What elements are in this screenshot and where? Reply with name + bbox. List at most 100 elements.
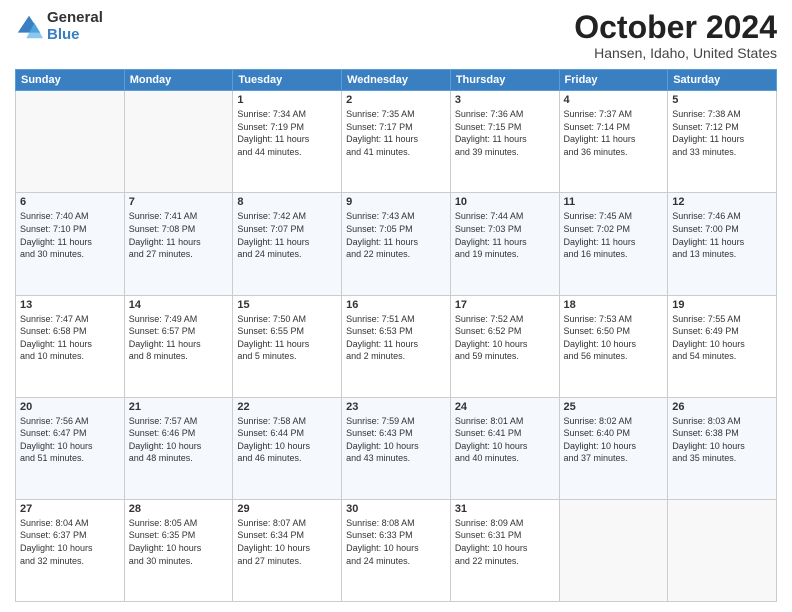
logo: General Blue [15, 10, 103, 43]
logo-icon [15, 13, 43, 41]
table-row [559, 499, 668, 601]
day-number: 15 [237, 299, 337, 311]
table-row: 18 Sunrise: 7:53 AM Sunset: 6:50 PM Dayli… [559, 295, 668, 397]
day-number: 28 [129, 503, 229, 515]
table-row: 11Sunrise: 7:45 AM Sunset: 7:02 PM Dayli… [559, 193, 668, 295]
logo-text: General Blue [47, 10, 103, 43]
day-info: Sunrise: 7:49 AM Sunset: 6:57 PM Dayligh… [129, 313, 229, 363]
day-number: 10 [455, 196, 555, 208]
day-number: 7 [129, 196, 229, 208]
title-location: Hansen, Idaho, United States [574, 45, 777, 61]
day-number: 9 [346, 196, 446, 208]
day-info: Sunrise: 7:38 AM Sunset: 7:12 PM Dayligh… [672, 108, 772, 158]
logo-general-label: General [47, 10, 103, 27]
table-row: 27Sunrise: 8:04 AM Sunset: 6:37 PM Dayli… [16, 499, 125, 601]
calendar-week-row: 6Sunrise: 7:40 AM Sunset: 7:10 PM Daylig… [16, 193, 777, 295]
col-monday: Monday [124, 70, 233, 91]
calendar-week-row: 20 Sunrise: 7:56 AM Sunset: 6:47 PM Dayli… [16, 397, 777, 499]
table-row: 25Sunrise: 8:02 AM Sunset: 6:40 PM Dayli… [559, 397, 668, 499]
logo-blue-label: Blue [47, 27, 103, 44]
day-info: Sunrise: 7:56 AM Sunset: 6:47 PM Dayligh… [20, 415, 120, 465]
col-wednesday: Wednesday [342, 70, 451, 91]
day-info: Sunrise: 7:34 AM Sunset: 7:19 PM Dayligh… [237, 108, 337, 158]
day-info: Sunrise: 7:41 AM Sunset: 7:08 PM Dayligh… [129, 210, 229, 260]
title-block: October 2024 Hansen, Idaho, United State… [574, 10, 777, 61]
table-row: 4Sunrise: 7:37 AM Sunset: 7:14 PM Daylig… [559, 91, 668, 193]
table-row: 28 Sunrise: 8:05 AM Sunset: 6:35 PM Dayli… [124, 499, 233, 601]
table-row: 5 Sunrise: 7:38 AM Sunset: 7:12 PM Daylig… [668, 91, 777, 193]
calendar-week-row: 13Sunrise: 7:47 AM Sunset: 6:58 PM Dayli… [16, 295, 777, 397]
day-number: 2 [346, 94, 446, 106]
day-info: Sunrise: 7:50 AM Sunset: 6:55 PM Dayligh… [237, 313, 337, 363]
day-number: 6 [20, 196, 120, 208]
table-row: 24 Sunrise: 8:01 AM Sunset: 6:41 PM Dayli… [450, 397, 559, 499]
day-info: Sunrise: 7:59 AM Sunset: 6:43 PM Dayligh… [346, 415, 446, 465]
table-row [16, 91, 125, 193]
day-info: Sunrise: 7:46 AM Sunset: 7:00 PM Dayligh… [672, 210, 772, 260]
table-row: 10Sunrise: 7:44 AM Sunset: 7:03 PM Dayli… [450, 193, 559, 295]
calendar-week-row: 1 Sunrise: 7:34 AM Sunset: 7:19 PM Daylig… [16, 91, 777, 193]
table-row [668, 499, 777, 601]
day-info: Sunrise: 7:51 AM Sunset: 6:53 PM Dayligh… [346, 313, 446, 363]
table-row: 1 Sunrise: 7:34 AM Sunset: 7:19 PM Daylig… [233, 91, 342, 193]
table-row: 8 Sunrise: 7:42 AM Sunset: 7:07 PM Daylig… [233, 193, 342, 295]
day-number: 24 [455, 401, 555, 413]
page: General Blue October 2024 Hansen, Idaho,… [0, 0, 792, 612]
table-row: 31Sunrise: 8:09 AM Sunset: 6:31 PM Dayli… [450, 499, 559, 601]
day-number: 8 [237, 196, 337, 208]
day-number: 3 [455, 94, 555, 106]
table-row: 16Sunrise: 7:51 AM Sunset: 6:53 PM Dayli… [342, 295, 451, 397]
header: General Blue October 2024 Hansen, Idaho,… [15, 10, 777, 61]
title-month: October 2024 [574, 10, 777, 45]
day-number: 29 [237, 503, 337, 515]
table-row: 2 Sunrise: 7:35 AM Sunset: 7:17 PM Daylig… [342, 91, 451, 193]
day-info: Sunrise: 7:45 AM Sunset: 7:02 PM Dayligh… [564, 210, 664, 260]
day-number: 27 [20, 503, 120, 515]
col-tuesday: Tuesday [233, 70, 342, 91]
table-row: 19Sunrise: 7:55 AM Sunset: 6:49 PM Dayli… [668, 295, 777, 397]
day-number: 1 [237, 94, 337, 106]
day-info: Sunrise: 7:53 AM Sunset: 6:50 PM Dayligh… [564, 313, 664, 363]
col-thursday: Thursday [450, 70, 559, 91]
day-info: Sunrise: 8:01 AM Sunset: 6:41 PM Dayligh… [455, 415, 555, 465]
day-number: 19 [672, 299, 772, 311]
day-number: 13 [20, 299, 120, 311]
day-number: 22 [237, 401, 337, 413]
col-saturday: Saturday [668, 70, 777, 91]
day-number: 30 [346, 503, 446, 515]
table-row: 13Sunrise: 7:47 AM Sunset: 6:58 PM Dayli… [16, 295, 125, 397]
day-number: 20 [20, 401, 120, 413]
day-info: Sunrise: 8:07 AM Sunset: 6:34 PM Dayligh… [237, 517, 337, 567]
day-info: Sunrise: 8:08 AM Sunset: 6:33 PM Dayligh… [346, 517, 446, 567]
day-number: 5 [672, 94, 772, 106]
day-info: Sunrise: 7:58 AM Sunset: 6:44 PM Dayligh… [237, 415, 337, 465]
calendar-week-row: 27Sunrise: 8:04 AM Sunset: 6:37 PM Dayli… [16, 499, 777, 601]
day-info: Sunrise: 7:52 AM Sunset: 6:52 PM Dayligh… [455, 313, 555, 363]
day-info: Sunrise: 7:36 AM Sunset: 7:15 PM Dayligh… [455, 108, 555, 158]
table-row: 26 Sunrise: 8:03 AM Sunset: 6:38 PM Dayli… [668, 397, 777, 499]
day-info: Sunrise: 7:37 AM Sunset: 7:14 PM Dayligh… [564, 108, 664, 158]
table-row: 15 Sunrise: 7:50 AM Sunset: 6:55 PM Dayli… [233, 295, 342, 397]
table-row [124, 91, 233, 193]
table-row: 9 Sunrise: 7:43 AM Sunset: 7:05 PM Daylig… [342, 193, 451, 295]
day-info: Sunrise: 7:35 AM Sunset: 7:17 PM Dayligh… [346, 108, 446, 158]
day-info: Sunrise: 7:43 AM Sunset: 7:05 PM Dayligh… [346, 210, 446, 260]
table-row: 6Sunrise: 7:40 AM Sunset: 7:10 PM Daylig… [16, 193, 125, 295]
col-sunday: Sunday [16, 70, 125, 91]
day-info: Sunrise: 8:03 AM Sunset: 6:38 PM Dayligh… [672, 415, 772, 465]
day-number: 17 [455, 299, 555, 311]
table-row: 23Sunrise: 7:59 AM Sunset: 6:43 PM Dayli… [342, 397, 451, 499]
day-info: Sunrise: 7:57 AM Sunset: 6:46 PM Dayligh… [129, 415, 229, 465]
day-number: 26 [672, 401, 772, 413]
table-row: 14 Sunrise: 7:49 AM Sunset: 6:57 PM Dayli… [124, 295, 233, 397]
day-number: 14 [129, 299, 229, 311]
day-info: Sunrise: 8:05 AM Sunset: 6:35 PM Dayligh… [129, 517, 229, 567]
table-row: 22 Sunrise: 7:58 AM Sunset: 6:44 PM Dayli… [233, 397, 342, 499]
calendar-header-row: Sunday Monday Tuesday Wednesday Thursday… [16, 70, 777, 91]
day-info: Sunrise: 7:42 AM Sunset: 7:07 PM Dayligh… [237, 210, 337, 260]
table-row: 21Sunrise: 7:57 AM Sunset: 6:46 PM Dayli… [124, 397, 233, 499]
table-row: 30 Sunrise: 8:08 AM Sunset: 6:33 PM Dayli… [342, 499, 451, 601]
table-row: 7 Sunrise: 7:41 AM Sunset: 7:08 PM Daylig… [124, 193, 233, 295]
table-row: 29 Sunrise: 8:07 AM Sunset: 6:34 PM Dayli… [233, 499, 342, 601]
day-number: 18 [564, 299, 664, 311]
